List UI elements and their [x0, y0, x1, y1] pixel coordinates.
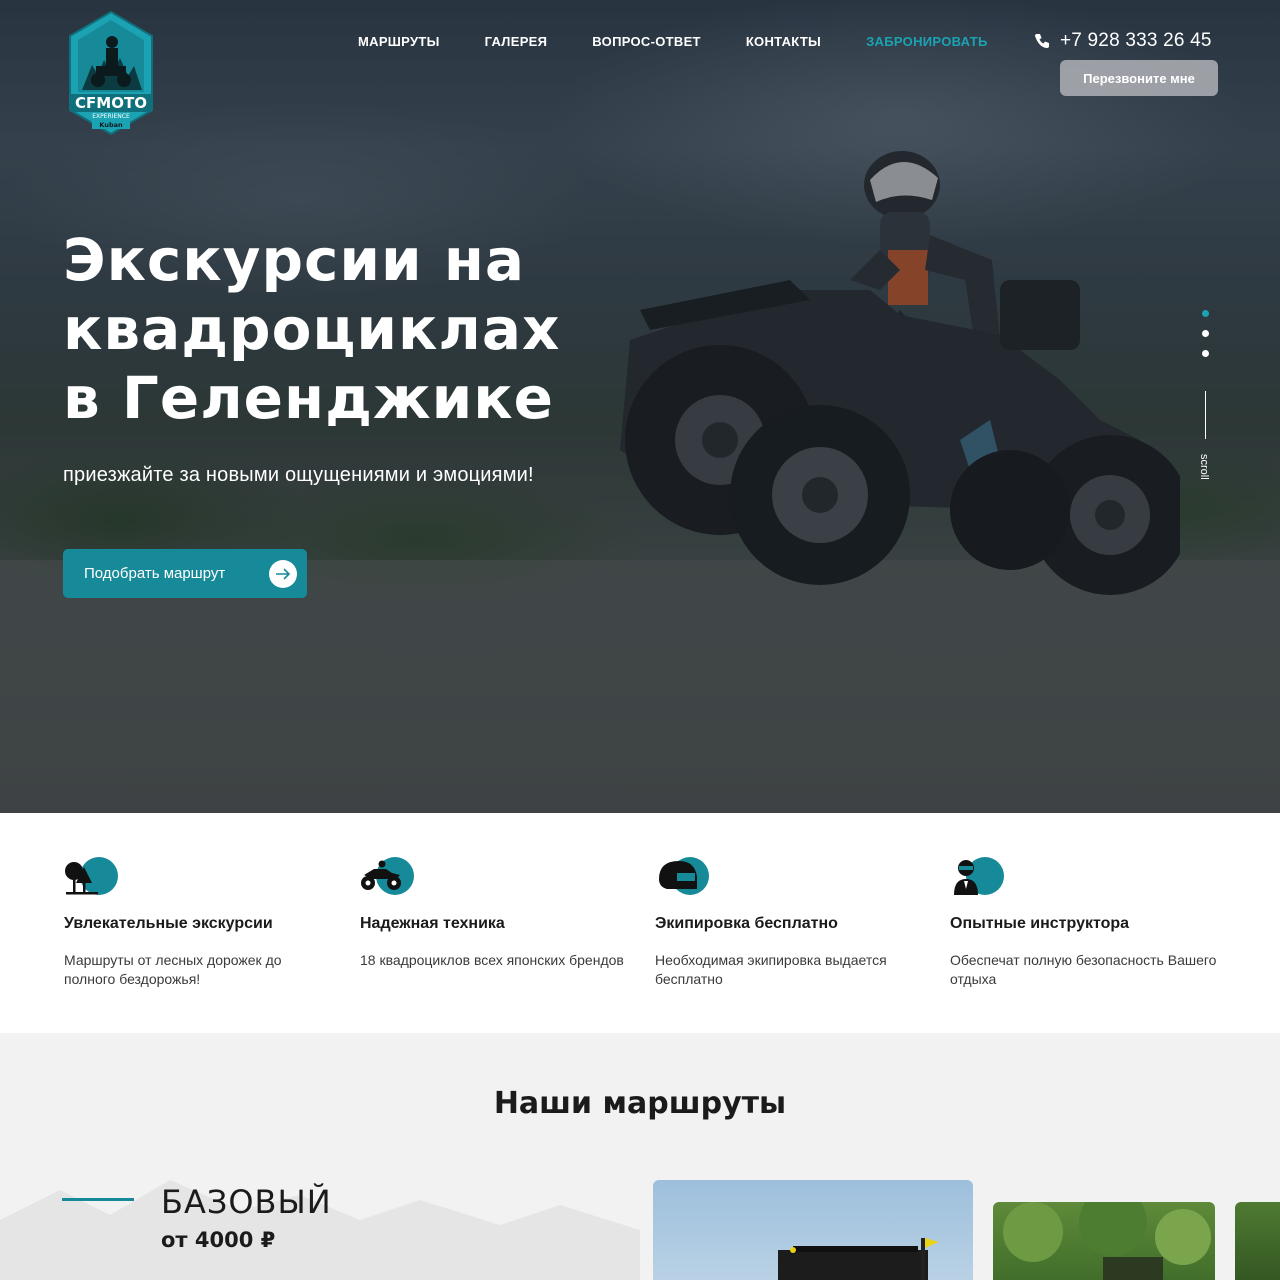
brand-logo[interactable]: CFMOTO EXPERIENCE Kuban — [62, 10, 160, 136]
route-photo-1[interactable] — [653, 1180, 973, 1280]
hero-title-line2: квадроциклах — [63, 295, 561, 363]
routes-heading: Наши маршруты — [493, 1086, 787, 1121]
features-section: Увлекательные экскурсии Маршруты от лесн… — [0, 813, 1280, 1033]
phone-block[interactable]: +7 928 333 26 45 — [1034, 30, 1212, 52]
slider-dot-1[interactable] — [1202, 310, 1209, 317]
helmet-icon — [655, 857, 711, 899]
scroll-indicator-label[interactable]: scroll — [1198, 454, 1210, 480]
route-accent-line — [62, 1198, 134, 1201]
nav-item-book[interactable]: ЗАБРОНИРОВАТЬ — [866, 34, 988, 50]
choose-route-label: Подобрать маршрут — [84, 565, 226, 582]
scroll-indicator-line — [1205, 391, 1206, 439]
route-photo-2[interactable] — [993, 1202, 1215, 1280]
hero-title-line3: в Геленджике — [63, 364, 554, 432]
feature-title: Увлекательные экскурсии — [64, 915, 273, 932]
feature-free-gear: Экипировка бесплатно Необходимая экипиро… — [655, 857, 925, 989]
phone-icon — [1035, 34, 1049, 48]
slider-dots — [1202, 310, 1209, 370]
hero-title-line1: Экскурсии на — [63, 226, 526, 294]
forest-image — [1003, 1202, 1211, 1280]
nav-item-routes[interactable]: МАРШРУТЫ — [358, 34, 440, 50]
svg-text:CFMOTO: CFMOTO — [75, 94, 147, 112]
slider-dot-2[interactable] — [1202, 330, 1209, 337]
feature-title: Экипировка бесплатно — [655, 915, 838, 932]
buggy-image — [778, 1238, 939, 1280]
feature-text: Необходимая экипировка выдается бесплатн… — [655, 952, 887, 987]
feature-instructors: Опытные инструктора Обеспечат полную без… — [950, 857, 1220, 989]
tree-icon — [64, 857, 120, 899]
cfmoto-logo-icon: CFMOTO EXPERIENCE Kuban — [69, 10, 153, 136]
nav-item-faq[interactable]: ВОПРОС-ОТВЕТ — [592, 34, 701, 50]
route-name: БАЗОВЫЙ — [161, 1183, 332, 1221]
feature-excursions: Увлекательные экскурсии Маршруты от лесн… — [64, 857, 334, 989]
svg-text:Kuban: Kuban — [99, 121, 123, 129]
choose-route-button[interactable]: Подобрать маршрут — [63, 549, 307, 598]
instructor-icon — [950, 857, 1006, 899]
route-photo-3[interactable] — [1235, 1202, 1280, 1280]
nav-item-gallery[interactable]: ГАЛЕРЕЯ — [485, 34, 548, 50]
svg-text:EXPERIENCE: EXPERIENCE — [92, 113, 130, 120]
feature-text: Маршруты от лесных дорожек до полного бе… — [64, 952, 282, 987]
callback-button[interactable]: Перезвоните мне — [1060, 60, 1218, 96]
hero-section: CFMOTO EXPERIENCE Kuban МАРШРУТЫ ГАЛЕРЕЯ… — [0, 0, 1280, 813]
quad-bike-icon — [360, 857, 416, 899]
route-price: от 4000 ₽ — [161, 1228, 276, 1252]
arrow-right-icon — [269, 560, 297, 588]
phone-number[interactable]: +7 928 333 26 45 — [1060, 30, 1212, 52]
feature-title: Опытные инструктора — [950, 915, 1130, 932]
slider-dot-3[interactable] — [1202, 350, 1209, 357]
feature-text: 18 квадроциклов всех японских брендов — [360, 952, 624, 968]
feature-title: Надежная техника — [360, 915, 505, 932]
feature-text: Обеспечат полную безопасность Вашего отд… — [950, 952, 1217, 987]
hero-title: Экскурсии на квадроциклах в Геленджике — [63, 226, 683, 433]
hero-subtitle: приезжайте за новыми ощущениями и эмоция… — [63, 464, 534, 486]
nav-item-contacts[interactable]: КОНТАКТЫ — [746, 34, 821, 50]
main-nav: МАРШРУТЫ ГАЛЕРЕЯ ВОПРОС-ОТВЕТ КОНТАКТЫ З… — [358, 34, 1033, 50]
feature-equipment-reliable: Надежная техника 18 квадроциклов всех яп… — [360, 857, 630, 970]
